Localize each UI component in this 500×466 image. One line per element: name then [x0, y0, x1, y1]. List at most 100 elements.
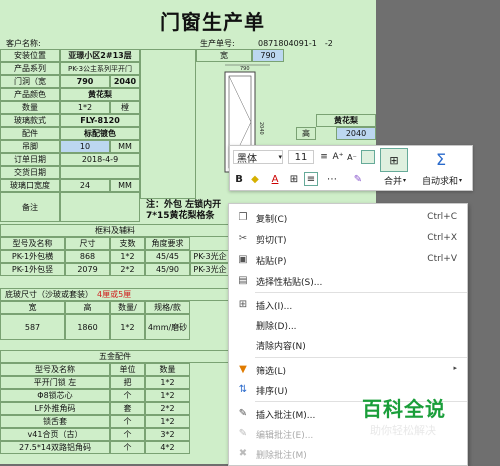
table-cell[interactable]: 27.5*14双路铝角码 — [0, 441, 110, 454]
table-cell[interactable]: 4*2 — [145, 441, 190, 454]
border-icon[interactable]: ⊞ — [288, 172, 300, 186]
table-cell[interactable]: 2*2 — [145, 402, 190, 415]
table-cell[interactable]: v41合页（古） — [0, 428, 110, 441]
more-icon[interactable]: ⋯ — [326, 172, 338, 186]
menu-item-paste-special[interactable]: ▤ 选择性粘贴(S)... — [229, 271, 467, 291]
width-value[interactable]: 790 — [252, 49, 284, 62]
table-cell[interactable]: 3*2 — [145, 428, 190, 441]
cut-icon: ✂ — [238, 233, 248, 244]
table-cell[interactable]: 45/45 — [145, 250, 190, 263]
info-value[interactable]: 10 — [60, 140, 110, 153]
info-value[interactable]: MM — [110, 179, 140, 192]
chevron-down-icon: ▾ — [278, 153, 282, 161]
paste-special-icon: ▤ — [238, 275, 248, 286]
autosum-button[interactable]: 自动求和 ▾ — [414, 174, 470, 187]
align-icon[interactable]: ≡ — [304, 172, 318, 186]
align-center-icon[interactable]: ≡ — [318, 150, 330, 164]
table-cell[interactable]: 2079 — [65, 263, 110, 276]
font-name-select[interactable]: 黑体 ▾ — [233, 150, 283, 165]
grow-font-icon[interactable]: A⁺ — [332, 150, 344, 164]
info-value[interactable]: 2040 — [110, 75, 140, 88]
info-label[interactable]: 吊脚 — [0, 140, 60, 153]
info-label[interactable]: 配件 — [0, 127, 60, 140]
info-value[interactable]: 2018-4-9 — [60, 153, 140, 166]
table-cell[interactable]: 套 — [110, 402, 145, 415]
info-value[interactable]: 790 — [60, 75, 110, 88]
table-cell[interactable]: 个 — [110, 441, 145, 454]
table-cell[interactable]: 1*2 — [110, 314, 145, 340]
info-label[interactable]: 门洞（宽 — [0, 75, 60, 88]
color-value[interactable]: 黄花梨 — [316, 114, 376, 127]
menu-item-shortcut: Ctrl+V — [427, 254, 457, 264]
info-value[interactable] — [60, 166, 140, 179]
sum-icon[interactable]: Σ — [428, 148, 454, 170]
table-header: 支数 — [110, 237, 145, 250]
info-label[interactable]: 玻璃款式 — [0, 114, 60, 127]
info-label[interactable]: 数量 — [0, 101, 60, 114]
height-value[interactable]: 2040 — [336, 127, 376, 140]
info-value[interactable]: PK-3公主系列平开门 — [60, 62, 140, 75]
table-cell[interactable]: 4mm/磨砂 — [145, 314, 190, 340]
watermark: 百科全说 助你轻松解决 — [362, 393, 446, 438]
menu-item-clear[interactable]: 清除内容(N) — [229, 335, 467, 355]
menu-item-copy[interactable]: ❐ 复制(C) Ctrl+C — [229, 208, 467, 228]
table-cell[interactable]: PK-1外包竖 — [0, 263, 65, 276]
table-cell[interactable]: 868 — [65, 250, 110, 263]
menu-item-filter[interactable]: ▼ 筛选(L) ▸ — [229, 360, 467, 380]
table-cell[interactable]: 锁舌套 — [0, 415, 110, 428]
info-label[interactable]: 产品系列 — [0, 62, 60, 75]
info-value[interactable]: 24 — [60, 179, 110, 192]
table-cell[interactable]: PK-3光企 — [190, 250, 230, 263]
chevron-down-icon: ▾ — [403, 176, 407, 184]
info-label[interactable]: 订单日期 — [0, 153, 60, 166]
info-label[interactable]: 产品颜色 — [0, 88, 60, 101]
info-value[interactable]: 亚璟小区2#13层 — [60, 49, 140, 62]
info-value[interactable]: MM — [110, 140, 140, 153]
table-cell[interactable]: 1860 — [65, 314, 110, 340]
fill-color-icon[interactable]: ◆ — [248, 172, 262, 186]
table-cell[interactable]: PK-3光企 — [190, 263, 230, 276]
info-label[interactable]: 玻璃口宽度 — [0, 179, 60, 192]
info-label[interactable]: 备注 — [0, 192, 60, 222]
table-cell[interactable]: 587 — [0, 314, 65, 340]
info-value[interactable] — [60, 192, 140, 222]
info-value[interactable]: 标配镀色 — [60, 127, 140, 140]
cell-style-icon[interactable] — [361, 150, 375, 164]
table-cell[interactable]: 把 — [110, 376, 145, 389]
table-cell[interactable]: 个 — [110, 428, 145, 441]
info-value[interactable]: FLY-8120 — [60, 114, 140, 127]
bold-icon[interactable]: B — [233, 172, 245, 186]
table-cell[interactable]: 1*2 — [110, 250, 145, 263]
comment-icon: ✎ — [238, 408, 248, 419]
info-value[interactable]: 1*2 — [60, 101, 110, 114]
table-cell[interactable]: PK-1外包横 — [0, 250, 65, 263]
table-cell[interactable]: Φ8锁芯心 — [0, 389, 110, 402]
table-cell[interactable]: 个 — [110, 415, 145, 428]
info-value[interactable]: 黄花梨 — [60, 88, 140, 101]
table-header: 角度要求 — [145, 237, 190, 250]
table-cell[interactable]: 1*2 — [145, 389, 190, 402]
font-size-select[interactable]: 11 — [288, 150, 314, 164]
font-color-icon[interactable]: A — [268, 172, 282, 186]
menu-item-paste[interactable]: ▣ 粘贴(P) Ctrl+V — [229, 250, 467, 270]
table-cell[interactable]: LF外推角码 — [0, 402, 110, 415]
shrink-font-icon[interactable]: A⁻ — [346, 150, 358, 164]
table-cell[interactable]: 1*2 — [145, 415, 190, 428]
menu-item-label: 删除批注(M) — [256, 451, 307, 461]
table-cell[interactable]: 45/90 — [145, 263, 190, 276]
menu-item-delete[interactable]: 删除(D)... — [229, 315, 467, 335]
menu-item-shortcut: Ctrl+C — [427, 212, 457, 222]
table-cell[interactable]: 2*2 — [110, 263, 145, 276]
info-label[interactable]: 交货日期 — [0, 166, 60, 179]
table-cell[interactable]: 1*2 — [145, 376, 190, 389]
menu-item-cut[interactable]: ✂ 剪切(T) Ctrl+X — [229, 229, 467, 249]
merge-button[interactable]: 合并 ▾ — [378, 174, 412, 187]
format-painter-icon[interactable]: ✎ — [352, 172, 364, 186]
glass-title: 底玻尺寸（沙玻或套装） — [5, 290, 93, 299]
menu-item-insert[interactable]: ⊞ 插入(I)... — [229, 295, 467, 315]
info-value[interactable]: 樘 — [110, 101, 140, 114]
table-cell[interactable]: 个 — [110, 389, 145, 402]
info-label[interactable]: 安装位置 — [0, 49, 60, 62]
merge-cells-icon[interactable]: ⊞ — [380, 148, 408, 172]
table-cell[interactable]: 平开门锁 左 — [0, 376, 110, 389]
